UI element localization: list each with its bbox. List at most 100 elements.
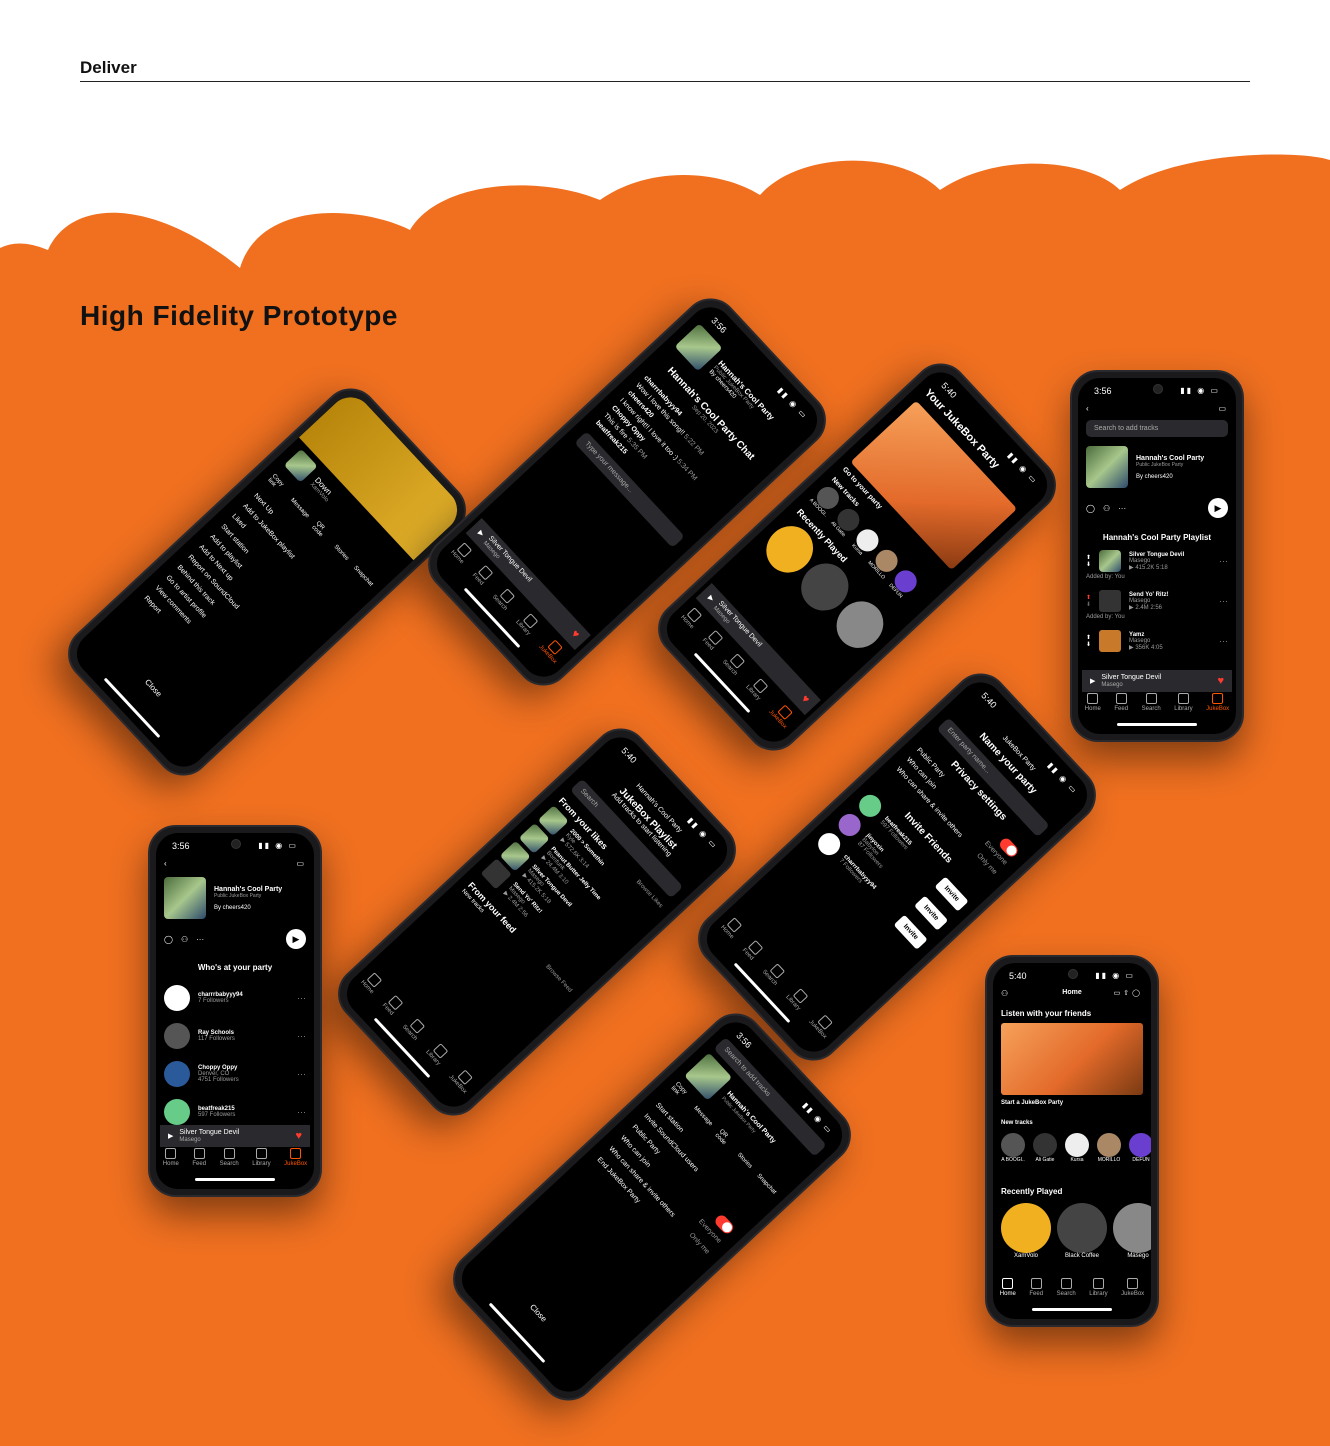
cast-icon[interactable]: ▭ bbox=[296, 859, 304, 868]
more-icon[interactable]: ··· bbox=[1118, 504, 1126, 513]
page-title: High Fidelity Prototype bbox=[80, 300, 398, 331]
nav-feed[interactable]: Feed bbox=[471, 564, 494, 587]
share-qr-code[interactable]: QR code bbox=[714, 1128, 736, 1150]
artist-item[interactable]: Kursa bbox=[1065, 1133, 1089, 1163]
nav-search[interactable]: Search bbox=[220, 1148, 239, 1167]
share-message[interactable]: Message bbox=[692, 1105, 713, 1127]
nav-library[interactable]: Library bbox=[514, 610, 540, 637]
share-snapchat[interactable]: Snapchat bbox=[352, 565, 374, 588]
member-row[interactable]: charrrbabyyy94 7 Followers ··· bbox=[164, 985, 306, 1011]
nav-feed[interactable]: Feed bbox=[381, 994, 404, 1017]
share-stories[interactable]: Stories bbox=[333, 544, 350, 562]
nav-library[interactable]: Library bbox=[1174, 693, 1193, 712]
status-time: 3:56 bbox=[734, 1030, 754, 1051]
party-subtitle: Public JukeBox Party bbox=[214, 892, 262, 899]
share-qr-code[interactable]: QR code bbox=[310, 521, 332, 543]
nav-feed[interactable]: Feed bbox=[701, 629, 724, 652]
share-copy-link[interactable]: Copy link bbox=[670, 1081, 693, 1104]
share-snapchat[interactable]: Snapchat bbox=[755, 1173, 777, 1196]
heart-icon[interactable]: ♥ bbox=[569, 628, 582, 641]
nav-jukebox[interactable]: JukeBox bbox=[1121, 1278, 1144, 1297]
nav-search[interactable]: Search bbox=[721, 650, 748, 677]
play-icon[interactable]: ▶ bbox=[168, 1132, 173, 1140]
chat-icon[interactable]: ◯ bbox=[1086, 504, 1095, 513]
more-icon[interactable]: ··· bbox=[196, 935, 204, 944]
search-input[interactable]: Search to add tracks bbox=[1086, 420, 1228, 437]
artist-item[interactable]: Ali Gatie bbox=[1033, 1133, 1057, 1163]
vote-arrows-icon[interactable]: ⬆ ⬇ bbox=[1086, 594, 1091, 608]
nav-search[interactable]: Search bbox=[491, 585, 518, 612]
play-button[interactable]: ▶ bbox=[286, 929, 306, 949]
status-icons: ▮▮ ◉ ▭ bbox=[258, 841, 298, 850]
nav-jukebox[interactable]: JukeBox bbox=[537, 635, 567, 665]
mini-player[interactable]: ▶ Silver Tongue Devil Masego ♥ bbox=[160, 1125, 310, 1147]
nav-library[interactable]: Library bbox=[1089, 1278, 1108, 1297]
listen-heading: Listen with your friends bbox=[1001, 1009, 1092, 1018]
nav-home[interactable]: Home bbox=[719, 916, 744, 940]
heart-icon[interactable]: ♥ bbox=[799, 693, 812, 706]
recent-item[interactable]: Black Coffee bbox=[1057, 1203, 1107, 1259]
nav-jukebox[interactable]: JukeBox bbox=[767, 700, 797, 730]
share-message[interactable]: Message bbox=[289, 497, 310, 519]
nav-library[interactable]: Library bbox=[424, 1040, 450, 1067]
nav-feed[interactable]: Feed bbox=[1114, 693, 1128, 712]
party-host: By cheers420 bbox=[214, 904, 251, 911]
artist-item[interactable]: A BOOGI.. bbox=[1001, 1133, 1025, 1163]
nav-library[interactable]: Library bbox=[252, 1148, 271, 1167]
heart-icon[interactable]: ♥ bbox=[295, 1130, 302, 1142]
nav-jukebox[interactable]: JukeBox bbox=[1206, 693, 1229, 712]
nav-search[interactable]: Search bbox=[401, 1015, 428, 1042]
header-icons[interactable]: ▭⇧◯ bbox=[1114, 989, 1143, 997]
cast-icon[interactable]: ▭ bbox=[1218, 404, 1226, 413]
chat-icon[interactable]: ◯ bbox=[164, 935, 173, 944]
heart-icon[interactable]: ♥ bbox=[1217, 675, 1224, 687]
track-artwork bbox=[283, 448, 318, 483]
artist-item[interactable]: MORILLO bbox=[1097, 1133, 1121, 1163]
share-copy-link[interactable]: Copy link bbox=[266, 473, 289, 496]
play-icon[interactable]: ▶ bbox=[706, 594, 716, 603]
nav-jukebox[interactable]: JukeBox bbox=[807, 1010, 837, 1040]
nav-home[interactable]: Home bbox=[1000, 1278, 1016, 1297]
nav-search[interactable]: Search bbox=[1142, 693, 1161, 712]
nav-library[interactable]: Library bbox=[744, 675, 770, 702]
member-row[interactable]: Ray Schools 117 Followers ··· bbox=[164, 1023, 306, 1049]
nav-search[interactable]: Search bbox=[761, 960, 788, 987]
back-icon[interactable]: ‹ bbox=[164, 859, 167, 868]
phone-party-playlist: 3:56 ▮▮ ◉ ▭ ‹ ▭ Search to add tracks Hann… bbox=[1070, 370, 1244, 742]
play-button[interactable]: ▶ bbox=[1208, 498, 1228, 518]
nav-feed[interactable]: Feed bbox=[192, 1148, 206, 1167]
people-icon[interactable]: ⚇ bbox=[1103, 504, 1110, 513]
mini-player[interactable]: ▶ Silver Tongue Devil Masego ♥ bbox=[1082, 670, 1232, 692]
back-icon[interactable]: ‹ bbox=[1086, 404, 1089, 413]
share-stories[interactable]: Stories bbox=[736, 1152, 753, 1170]
play-icon[interactable]: ▶ bbox=[1090, 677, 1095, 685]
nav-feed[interactable]: Feed bbox=[1029, 1278, 1043, 1297]
member-row[interactable]: Choppy Oppy Denver, CO 4751 Followers ··· bbox=[164, 1061, 306, 1087]
play-icon[interactable]: ▶ bbox=[476, 529, 486, 538]
nav-home[interactable]: Home bbox=[163, 1148, 179, 1167]
nav-feed[interactable]: Feed bbox=[741, 939, 764, 962]
recent-item[interactable]: XamVolo bbox=[1001, 1203, 1051, 1259]
vote-arrows-icon[interactable]: ⬆ ⬇ bbox=[1086, 634, 1091, 648]
track-row[interactable]: ⬆ ⬇ Yamz Masego ▶ 356K 4:05 ··· bbox=[1086, 630, 1228, 652]
recent-item[interactable]: Masego bbox=[1113, 1203, 1151, 1259]
nav-library[interactable]: Library bbox=[784, 985, 810, 1012]
vote-arrows-icon[interactable]: ⬆ ⬇ bbox=[1086, 554, 1091, 568]
nav-jukebox[interactable]: JukeBox bbox=[284, 1148, 307, 1167]
nav-home[interactable]: Home bbox=[1085, 693, 1101, 712]
nav-home[interactable]: Home bbox=[679, 606, 704, 630]
phone-screen: 5:40 ▮▮ ◉ ▭ Home ⚇ ▭⇧◯ Listen with your f… bbox=[993, 963, 1151, 1319]
nav-jukebox[interactable]: JukeBox bbox=[447, 1065, 477, 1095]
start-party-link[interactable]: Start a JukeBox Party bbox=[1001, 1100, 1063, 1106]
nav-search[interactable]: Search bbox=[1057, 1278, 1076, 1297]
nav-home[interactable]: Home bbox=[359, 971, 384, 995]
party-host: By cheers420 bbox=[1136, 473, 1173, 480]
track-row[interactable]: ⬆ ⬇ Send Yo' Ritz! Masego ▶ 2.4M 2:56 ··· bbox=[1086, 590, 1228, 612]
jukebox-icon[interactable]: ⚇ bbox=[1001, 989, 1008, 998]
nav-home[interactable]: Home bbox=[449, 541, 474, 565]
party-hero-image[interactable] bbox=[1001, 1023, 1143, 1095]
track-row[interactable]: ⬆ ⬇ Silver Tongue Devil Masego ▶ 415.2K 5:1… bbox=[1086, 550, 1228, 572]
member-row[interactable]: beatfreak215 597 Followers ··· bbox=[164, 1099, 306, 1125]
people-icon[interactable]: ⚇ bbox=[181, 935, 188, 944]
artist-item[interactable]: DEFUN bbox=[1129, 1133, 1151, 1163]
